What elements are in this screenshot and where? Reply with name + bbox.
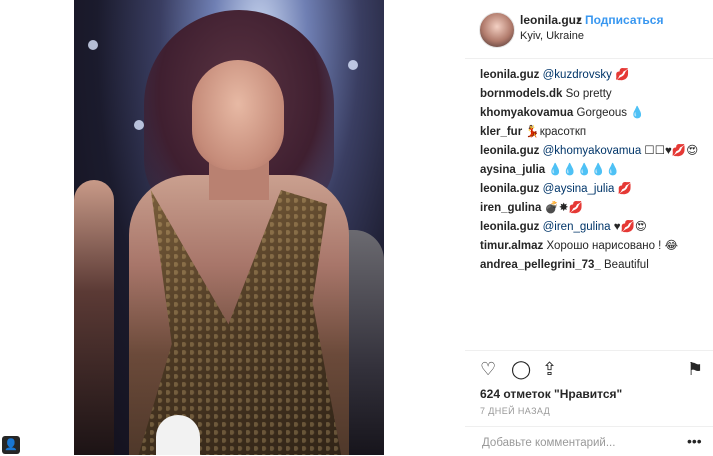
stage-light — [348, 60, 358, 70]
comment-author[interactable]: andrea_pellegrini_73_ — [480, 259, 601, 271]
comment-text: So pretty — [562, 88, 612, 100]
action-bar: ♡ ◯ ⇪ ⚑ — [465, 350, 713, 381]
post-timestamp[interactable]: 7 ДНЕЙ НАЗАД — [480, 406, 550, 416]
author-username[interactable]: leonila.guz — [520, 13, 582, 27]
comment-author[interactable]: leonila.guz — [480, 69, 539, 81]
comment-item: aysina_julia 💧💧💧💧💧 — [480, 161, 705, 180]
comment-author[interactable]: leonila.guz — [480, 183, 539, 195]
location-link[interactable]: Kyiv, Ukraine — [520, 30, 584, 42]
avatar[interactable] — [479, 12, 515, 48]
comment-mention[interactable]: @kuzdrovsky — [543, 69, 612, 81]
comment-text: Beautiful — [600, 259, 649, 271]
comment-item: leonila.guz @kuzdrovsky 💋 — [480, 66, 705, 85]
background-person — [74, 180, 114, 455]
comment-author[interactable]: aysina_julia — [480, 164, 545, 176]
comment-item: leonila.guz @khomyakovamua ☐☐♥💋😍 — [480, 142, 705, 161]
stage-light — [88, 40, 98, 50]
more-options-icon[interactable]: ••• — [687, 433, 702, 449]
comments-list: leonila.guz @kuzdrovsky 💋 bornmodels.dk … — [480, 66, 705, 275]
comment-item: timur.almaz Хорошо нарисовано ! 😂 — [480, 237, 705, 256]
heart-icon[interactable]: ♡ — [480, 359, 496, 379]
comment-text: Хорошо нарисовано ! 😂 — [543, 240, 679, 252]
comment-item: bornmodels.dk So pretty — [480, 85, 705, 104]
comment-author[interactable]: timur.almaz — [480, 240, 543, 252]
comment-mention[interactable]: @khomyakovamua — [543, 145, 642, 157]
likes-count[interactable]: 624 отметок "Нравится" — [480, 387, 622, 401]
comment-item: leonila.guz @aysina_julia 💋 — [480, 180, 705, 199]
model-face — [192, 60, 284, 170]
comment-author[interactable]: bornmodels.dk — [480, 88, 562, 100]
comment-text: 💋 — [614, 183, 632, 195]
comment-author[interactable]: kler_fur — [480, 126, 522, 138]
comment-item: leonila.guz @iren_gulina ♥💋😍 — [480, 218, 705, 237]
add-comment-bar: ••• — [465, 426, 713, 456]
comment-input[interactable] — [480, 434, 674, 452]
comment-text: 💋 — [611, 69, 630, 81]
follow-button[interactable]: Подписаться — [585, 13, 663, 27]
stage-light — [134, 120, 144, 130]
comment-item: iren_gulina 💣✸💋 — [480, 199, 705, 218]
comment-item: kler_fur 💃красоткп — [480, 123, 705, 142]
post-photo[interactable] — [74, 0, 384, 455]
post-header: leonila.guz • Подписаться Kyiv, Ukraine — [465, 0, 713, 59]
comment-mention[interactable]: @iren_gulina — [543, 221, 611, 233]
comment-text: Gorgeous 💧 — [573, 107, 645, 119]
post-side-panel: leonila.guz • Подписаться Kyiv, Ukraine … — [465, 0, 713, 455]
comment-author[interactable]: leonila.guz — [480, 145, 539, 157]
comment-author[interactable]: iren_gulina — [480, 202, 541, 214]
comment-text: 💧💧💧💧💧 — [545, 164, 621, 176]
comment-text: ☐☐♥💋😍 — [641, 145, 699, 157]
comment-mention[interactable]: @aysina_julia — [543, 183, 615, 195]
contestant-number-badge — [156, 415, 200, 455]
comment-text: ♥💋😍 — [610, 221, 647, 233]
comment-item: khomyakovamua Gorgeous 💧 — [480, 104, 705, 123]
comment-author[interactable]: khomyakovamua — [480, 107, 573, 119]
comment-text: 💣✸💋 — [541, 202, 583, 214]
share-icon[interactable]: ⇪ — [542, 359, 557, 379]
comment-item: andrea_pellegrini_73_ Beautiful — [480, 256, 705, 275]
comment-text: 💃красоткп — [522, 126, 587, 138]
comment-icon[interactable]: ◯ — [511, 359, 531, 379]
comment-author[interactable]: leonila.guz — [480, 221, 539, 233]
header-separator: • — [577, 13, 582, 27]
bookmark-icon[interactable]: ⚑ — [687, 359, 703, 379]
user-tag-icon[interactable]: 👤 — [2, 436, 20, 454]
left-background — [0, 0, 74, 455]
